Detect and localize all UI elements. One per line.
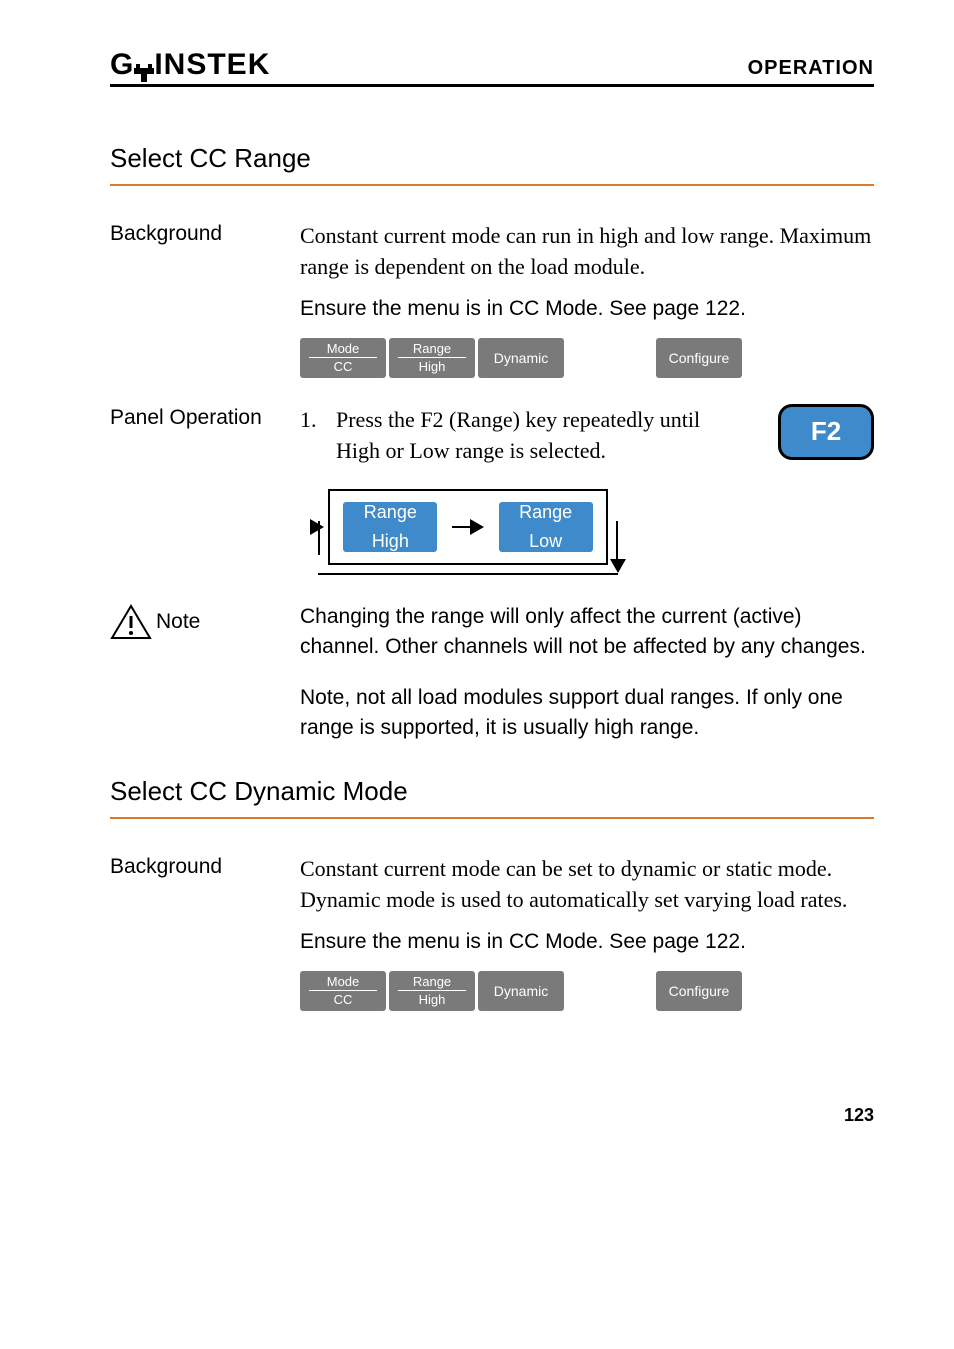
menu-dynamic: Dynamic: [478, 338, 564, 378]
ensure-text: Ensure the menu is in CC Mode. See page …: [300, 294, 874, 323]
section-title-cc-range: Select CC Range: [110, 143, 874, 186]
note-label: Note: [156, 604, 200, 634]
ensure-text-2: Ensure the menu is in CC Mode. See page …: [300, 927, 874, 956]
note-row: Note Changing the range will only affect…: [110, 602, 874, 742]
section-title-cc-dynamic: Select CC Dynamic Mode: [110, 776, 874, 819]
panel-operation-label: Panel Operation: [110, 404, 300, 590]
arrow-right-icon: [310, 519, 324, 535]
arrow-down-icon: [610, 559, 626, 573]
warning-icon: [110, 604, 152, 640]
logo-text-g: G: [110, 48, 134, 82]
note-paragraph-2: Note, not all load modules support dual …: [300, 683, 874, 742]
panel-operation-row: Panel Operation 1. Press the F2 (Range) …: [110, 404, 874, 590]
brand-logo: G INSTEK: [110, 48, 270, 82]
menu-range-2: Range High: [389, 971, 475, 1011]
menu-configure: Configure: [656, 338, 742, 378]
page-number: 123: [110, 1105, 874, 1126]
menu-bar-2: Mode CC Range High Dynamic Configure: [300, 971, 874, 1011]
header-section-label: OPERATION: [748, 57, 874, 80]
background-row: Background Constant current mode can run…: [110, 220, 874, 282]
f2-button[interactable]: F2: [778, 404, 874, 460]
logo-plug-icon: [133, 56, 155, 74]
step-1: 1. Press the F2 (Range) key repeatedly u…: [300, 404, 874, 466]
background-row-2: Background Constant current mode can be …: [110, 853, 874, 915]
ensure-row-2: Ensure the menu is in CC Mode. See page …: [110, 927, 874, 1024]
menu-mode: Mode CC: [300, 338, 386, 378]
background-label: Background: [110, 220, 300, 282]
step-text: Press the F2 (Range) key repeatedly unti…: [336, 404, 746, 466]
ensure-row: Ensure the menu is in CC Mode. See page …: [110, 294, 874, 391]
menu-range: Range High: [389, 338, 475, 378]
range-high-chip: Range High: [343, 502, 437, 552]
background-label-2: Background: [110, 853, 300, 915]
logo-text-instek: INSTEK: [154, 48, 270, 82]
menu-bar-1: Mode CC Range High Dynamic Configure: [300, 338, 874, 378]
arrow-right-icon: [470, 519, 484, 535]
menu-mode-2: Mode CC: [300, 971, 386, 1011]
range-low-chip: Range Low: [499, 502, 593, 552]
range-toggle-diagram: Range High Range Low: [328, 482, 874, 572]
menu-dynamic-2: Dynamic: [478, 971, 564, 1011]
page-header: G INSTEK OPERATION: [110, 48, 874, 87]
menu-configure-2: Configure: [656, 971, 742, 1011]
background-text: Constant current mode can run in high an…: [300, 220, 874, 282]
background-text-2: Constant current mode can be set to dyna…: [300, 853, 874, 915]
step-number: 1.: [300, 404, 322, 435]
note-paragraph-1: Changing the range will only affect the …: [300, 602, 874, 661]
